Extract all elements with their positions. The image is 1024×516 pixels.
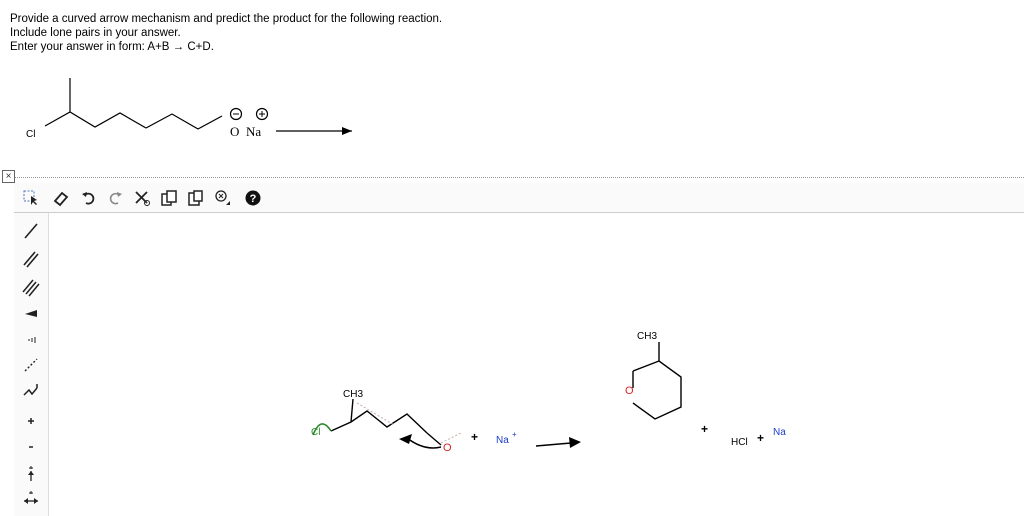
- na-ion-label: Na: [496, 435, 509, 446]
- triple-bond-icon[interactable]: [19, 275, 43, 299]
- wedge-bond-icon[interactable]: [19, 301, 43, 325]
- drawing-canvas[interactable]: Cl O CH3 + Na + O CH3 + HCl + Na: [49, 213, 1024, 516]
- reaction-arrow-icon[interactable]: [19, 461, 43, 485]
- reactant-methyl-bond: [350, 398, 354, 423]
- cl-label: Cl: [26, 129, 35, 140]
- hcl-label: HCl: [731, 437, 748, 448]
- plus-sign-1: +: [471, 430, 478, 444]
- carbon-chain: [44, 111, 223, 130]
- dashed-bond-icon[interactable]: [19, 353, 43, 377]
- drawing-editor[interactable]: × ? Cl O CH3 + Na + O CH3 + HCl + Na: [0, 169, 1024, 516]
- help-icon[interactable]: ?: [242, 187, 264, 209]
- product-ch3-label: CH3: [637, 331, 657, 342]
- double-bond-icon[interactable]: [19, 247, 43, 271]
- resonance-arrow-icon[interactable]: [19, 487, 43, 511]
- hash-bond-icon[interactable]: [19, 327, 43, 351]
- undo-icon[interactable]: [78, 187, 100, 209]
- positive-charge-icon[interactable]: [19, 409, 43, 433]
- product-o-label: O: [625, 385, 634, 397]
- reactant-ch3-label: CH3: [343, 389, 363, 400]
- zoom-icon[interactable]: [212, 187, 234, 209]
- cut-icon[interactable]: [131, 187, 153, 209]
- select-tool-icon[interactable]: [20, 187, 42, 209]
- close-icon[interactable]: ×: [2, 170, 15, 183]
- plus-sign-2: +: [701, 422, 708, 436]
- editor-toolbar: ?: [14, 183, 1024, 213]
- na-ion-charge: +: [512, 430, 517, 439]
- editor-sidebar: [14, 213, 49, 516]
- copy-icon[interactable]: [158, 187, 180, 209]
- reaction-structure: Cl O Na: [26, 78, 352, 140]
- arrow-head: [342, 127, 352, 135]
- paste-icon[interactable]: [184, 187, 206, 209]
- eraser-icon[interactable]: [50, 187, 72, 209]
- product-ring: [632, 360, 682, 420]
- reactant-o-bond: [426, 432, 442, 446]
- na2-label: Na: [773, 427, 786, 438]
- reactant-o-label: O: [443, 442, 452, 454]
- o-label: O: [230, 124, 239, 139]
- chain-icon[interactable]: [19, 379, 43, 403]
- editor-border: [12, 177, 1024, 178]
- na-label: Na: [246, 124, 261, 139]
- canvas-drawing: Cl O CH3 + Na + O CH3 + HCl + Na: [311, 331, 786, 454]
- redo-icon[interactable]: [104, 187, 126, 209]
- canvas-reaction-arrow: [535, 442, 572, 447]
- plus-sign-3: +: [757, 431, 764, 445]
- negative-charge-icon[interactable]: [19, 435, 43, 459]
- reactant-chain: [330, 410, 428, 434]
- single-bond-icon[interactable]: [19, 219, 43, 243]
- svg-text:?: ?: [250, 193, 257, 205]
- svg-text:Cl: Cl: [311, 427, 320, 438]
- curved-arrow-black: [406, 437, 442, 449]
